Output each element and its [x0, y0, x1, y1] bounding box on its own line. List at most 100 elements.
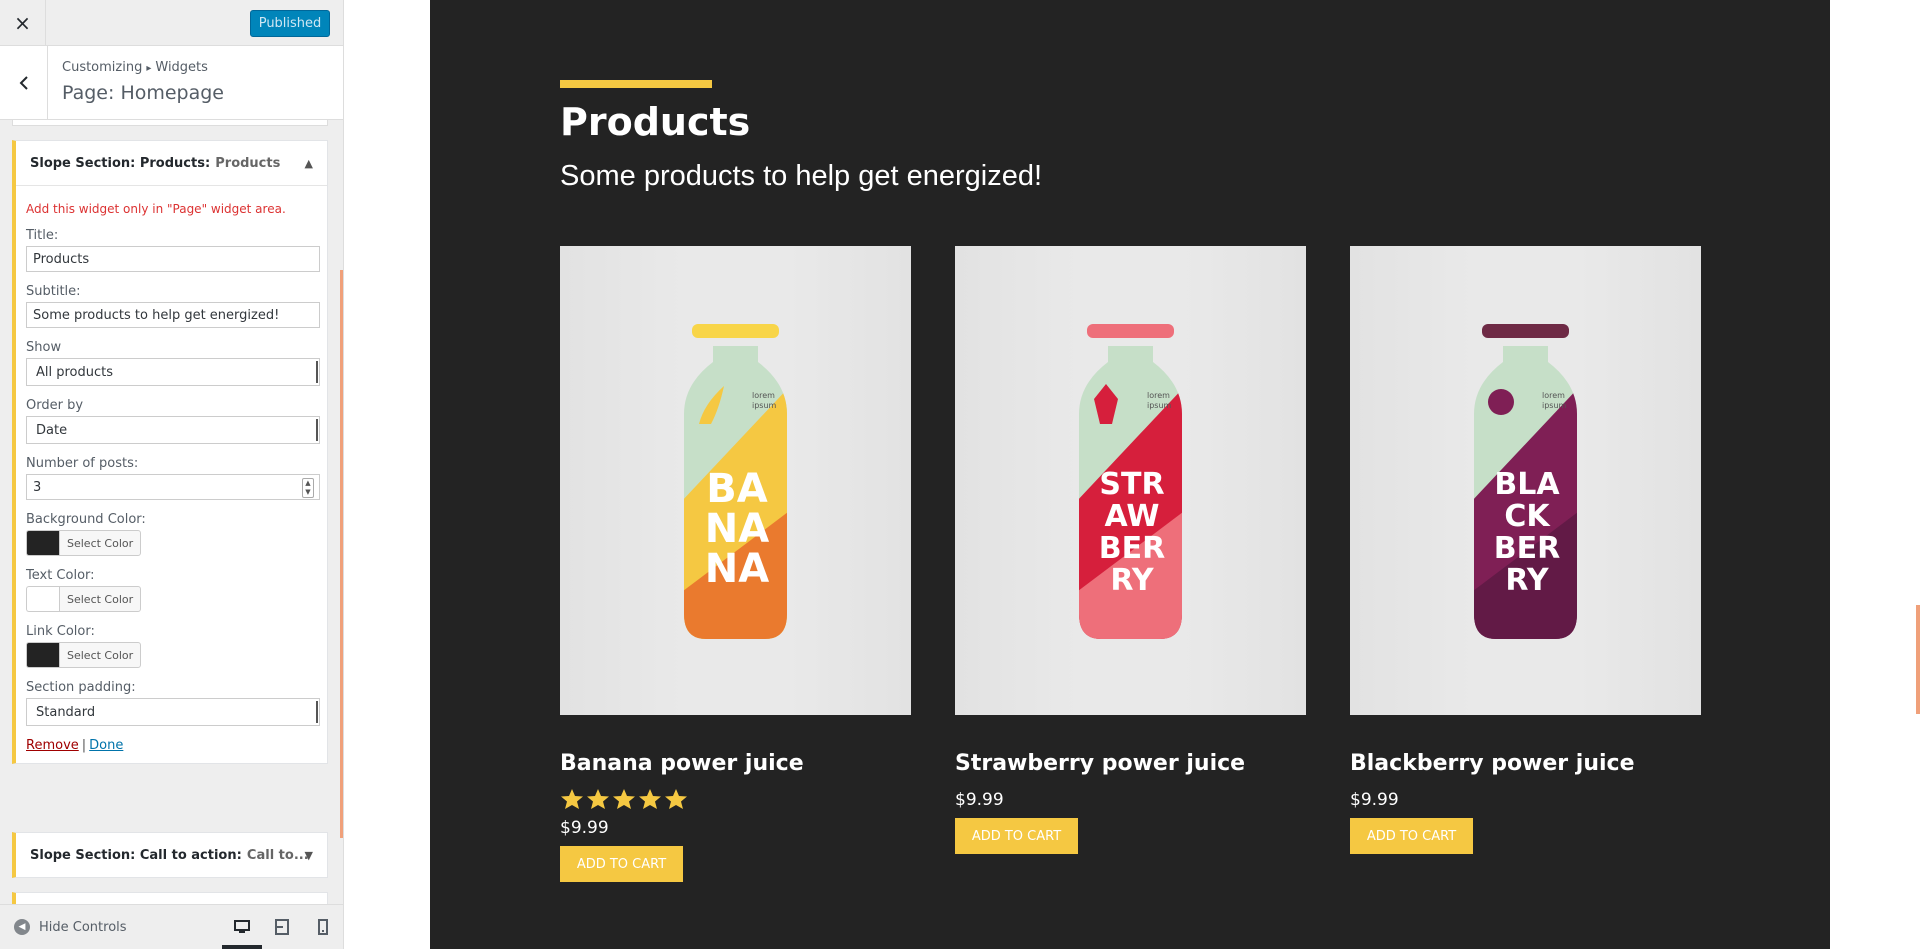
product-image[interactable]: lorem ipsum BLA CK BER RY: [1350, 246, 1701, 715]
blackberry-bottle-image: lorem ipsum BLA CK BER RY: [1474, 324, 1577, 639]
add-to-cart-button[interactable]: ADD TO CART: [1350, 818, 1473, 854]
text-color-picker[interactable]: Select Color: [26, 586, 317, 612]
widget-list[interactable]: Slope Section: Products: Products ▲ Add …: [0, 120, 343, 904]
number-spinner[interactable]: ▲ ▼: [302, 478, 314, 498]
back-button[interactable]: [0, 46, 48, 120]
select-color-button[interactable]: Select Color: [59, 530, 142, 556]
show-field: Show All products: [26, 340, 320, 386]
star-icon: [639, 789, 661, 809]
product-image[interactable]: lorem ipsum BA NA NA: [560, 246, 911, 715]
customizer-footer: ◀ Hide Controls: [0, 904, 343, 949]
link-color-picker[interactable]: Select Color: [26, 642, 317, 668]
bottle-brand: ipsum: [752, 401, 777, 410]
collapse-arrow-icon[interactable]: ▲: [305, 157, 313, 170]
widget-title: Slope Section: Products:: [30, 155, 211, 171]
section-subtitle: Some products to help get energized!: [560, 160, 1043, 192]
orderby-label: Order by: [26, 398, 84, 413]
title-input[interactable]: Products: [26, 246, 320, 272]
banana-bottle-image: lorem ipsum BA NA NA: [684, 324, 787, 639]
strawberry-bottle-image: lorem ipsum STR AW BER RY: [1079, 324, 1182, 639]
text-color-swatch[interactable]: [26, 586, 59, 612]
product-name[interactable]: Strawberry power juice: [955, 751, 1306, 776]
show-select-value: All products: [36, 364, 114, 380]
select-edge: [316, 701, 319, 723]
product-card: lorem ipsum BA NA NA Banana power juice …: [560, 246, 911, 882]
padding-label: Section padding:: [26, 680, 136, 695]
add-to-cart-button[interactable]: ADD TO CART: [955, 818, 1078, 854]
widget-actions: Remove | Done: [26, 738, 317, 753]
remove-link[interactable]: Remove: [26, 738, 79, 753]
text-color-label: Text Color:: [26, 568, 95, 583]
widget-header[interactable]: Slope Section: Call to action: Call to..…: [16, 833, 327, 877]
product-name[interactable]: Banana power juice: [560, 751, 911, 776]
num-posts-value: 3: [33, 479, 42, 495]
bg-color-picker[interactable]: Select Color: [26, 530, 317, 556]
star-icon: [613, 789, 635, 809]
product-name[interactable]: Blackberry power juice: [1350, 751, 1701, 776]
link-color-swatch[interactable]: [26, 642, 59, 668]
close-icon[interactable]: ×: [0, 0, 46, 45]
widget-slope-products: Slope Section: Products: Products ▲ Add …: [12, 140, 328, 764]
breadcrumb: Customizing ▸ Widgets: [62, 60, 208, 75]
breadcrumb-root: Customizing: [62, 60, 143, 75]
widget-next: [12, 892, 328, 904]
bg-color-swatch[interactable]: [26, 530, 59, 556]
section-title: Products: [560, 100, 751, 144]
product-price: $9.99: [955, 790, 1004, 810]
show-select[interactable]: All products: [26, 358, 320, 386]
orderby-select[interactable]: Date: [26, 416, 320, 444]
widget-slope-call-to-action: Slope Section: Call to action: Call to..…: [12, 832, 328, 878]
bottle-label: RY: [1110, 563, 1154, 598]
bottle-brand: lorem: [752, 391, 775, 400]
star-icon: [561, 789, 583, 809]
select-color-button[interactable]: Select Color: [59, 586, 142, 612]
bottle-label: NA: [705, 546, 769, 592]
publish-button[interactable]: Published: [250, 10, 330, 37]
collapse-icon: ◀: [14, 919, 30, 935]
add-to-cart-button[interactable]: ADD TO CART: [560, 846, 683, 882]
mobile-icon[interactable]: [313, 917, 333, 937]
select-edge: [316, 419, 319, 441]
previous-widget: [12, 120, 328, 126]
breadcrumb-section: Widgets: [155, 60, 208, 75]
subtitle-input[interactable]: Some products to help get energized!: [26, 302, 320, 328]
hide-controls-label: Hide Controls: [39, 919, 127, 935]
site-preview[interactable]: Products Some products to help get energ…: [344, 0, 1920, 949]
customizer-topbar: × Published: [0, 0, 343, 46]
widget-form: Add this widget only in "Page" widget ar…: [16, 185, 327, 763]
star-icon: [587, 789, 609, 809]
title-field: Title: Products: [26, 228, 320, 272]
widget-warning: Add this widget only in "Page" widget ar…: [26, 202, 286, 216]
desktop-icon[interactable]: [222, 917, 262, 949]
bottle-label: RY: [1505, 563, 1549, 598]
breadcrumb-separator: ▸: [146, 63, 152, 74]
bottle-brand: ipsum: [1147, 401, 1172, 410]
product-price: $9.99: [1350, 790, 1399, 810]
text-color-field: Text Color: Select Color: [26, 568, 317, 612]
product-image[interactable]: lorem ipsum STR AW BER RY: [955, 246, 1306, 715]
link-color-label: Link Color:: [26, 624, 95, 639]
widget-title: Slope Section: Call to action:: [30, 847, 242, 863]
subtitle-field: Subtitle: Some products to help get ener…: [26, 284, 320, 328]
orderby-select-value: Date: [36, 422, 68, 438]
padding-select[interactable]: Standard: [26, 698, 320, 726]
done-link[interactable]: Done: [89, 738, 123, 753]
rating-stars: [560, 788, 911, 810]
hide-controls-button[interactable]: ◀ Hide Controls: [14, 919, 127, 935]
tablet-icon[interactable]: [272, 917, 292, 937]
num-posts-label: Number of posts:: [26, 456, 139, 471]
orderby-field: Order by Date: [26, 398, 320, 444]
bottle-label: STR: [1099, 467, 1164, 502]
widget-instance-title: Call to...: [246, 847, 309, 863]
padding-select-value: Standard: [36, 704, 96, 720]
product-card: lorem ipsum BLA CK BER RY Blackberry pow…: [1350, 246, 1701, 854]
expand-arrow-icon[interactable]: ▼: [305, 849, 313, 862]
show-label: Show: [26, 340, 62, 355]
chevron-left-icon: [19, 76, 28, 90]
customizer-sidebar: × Published Customizing ▸ Widgets Page: Ho…: [0, 0, 344, 949]
title-label: Title:: [26, 228, 59, 243]
select-color-button[interactable]: Select Color: [59, 642, 142, 668]
widget-header[interactable]: Slope Section: Products: Products ▲: [16, 141, 327, 185]
num-posts-input[interactable]: 3 ▲ ▼: [26, 474, 320, 500]
num-posts-field: Number of posts: 3 ▲ ▼: [26, 456, 320, 500]
